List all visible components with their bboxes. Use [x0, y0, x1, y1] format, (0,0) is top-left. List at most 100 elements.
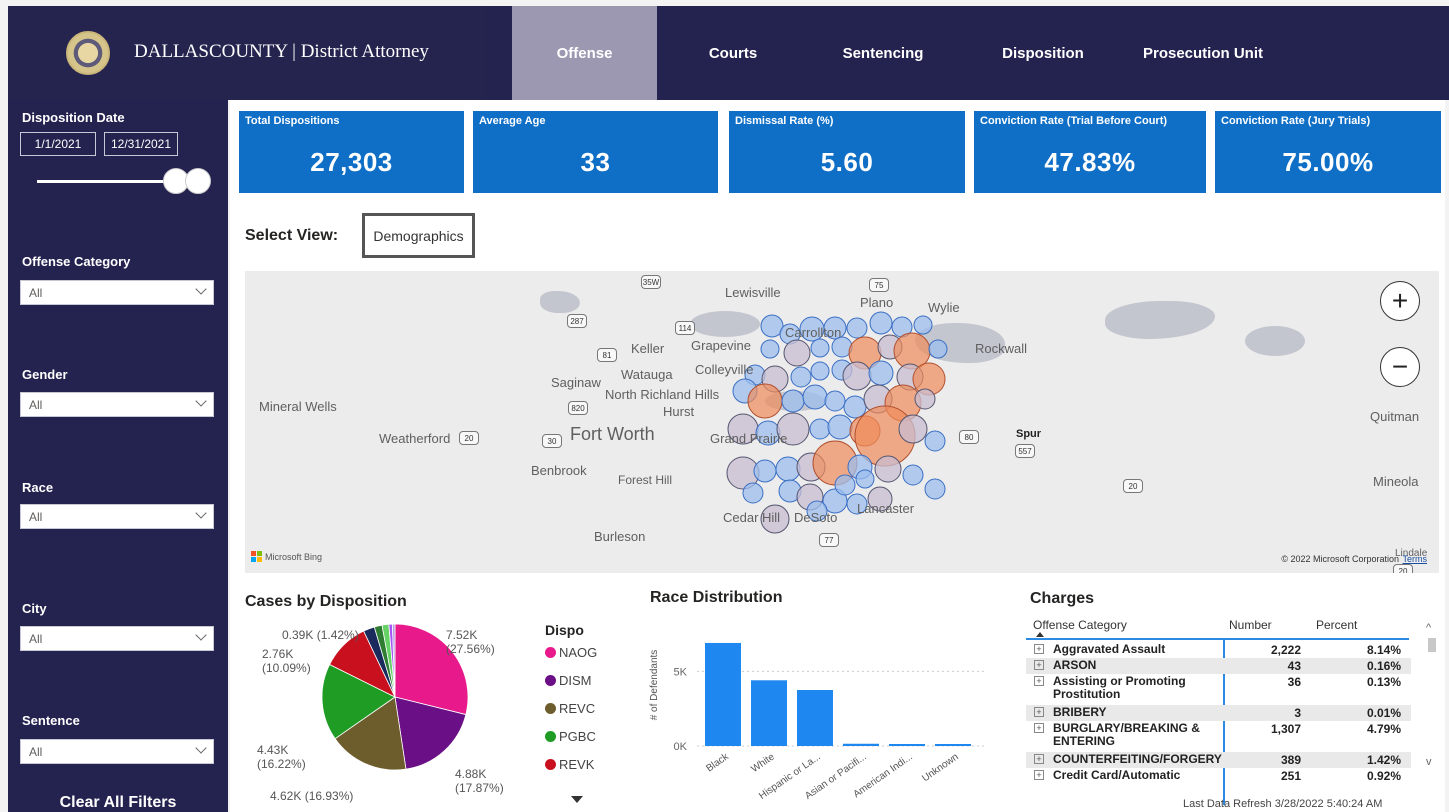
cell-percent: 0.16% [1366, 659, 1401, 673]
date-start-input[interactable]: 1/1/2021 [20, 132, 96, 156]
defendant-map[interactable]: Lewisville Plano Wylie Carrollton Grapev… [245, 271, 1439, 573]
map-bubble[interactable] [924, 478, 946, 500]
map-bubble[interactable] [827, 414, 853, 440]
bar-white[interactable] [751, 680, 787, 746]
legend-item-dism[interactable]: DISM [545, 673, 592, 688]
expand-row-icon[interactable]: + [1034, 676, 1044, 686]
map-bubble[interactable] [810, 338, 830, 358]
highway-shield: 114 [675, 321, 695, 335]
zoom-out-button[interactable]: − [1380, 347, 1420, 387]
table-row[interactable]: + BRIBERY 3 0.01% [1026, 705, 1411, 721]
map-bubble[interactable] [842, 361, 872, 391]
bar-hispanic[interactable] [797, 690, 833, 746]
map-bubble[interactable] [742, 482, 764, 504]
expand-row-icon[interactable]: + [1034, 754, 1044, 764]
disposition-chart-title: Cases by Disposition [245, 593, 407, 610]
offense-category-dropdown[interactable]: All [20, 280, 214, 305]
tab-disposition[interactable]: Disposition [988, 6, 1098, 100]
charges-table[interactable]: Offense Category Number Percent + Aggrava… [1026, 610, 1441, 810]
county-seal-icon [66, 31, 110, 75]
map-bubble[interactable] [809, 418, 831, 440]
bing-attribution-text: Microsoft Bing [265, 551, 323, 562]
cell-number: 251 [1280, 769, 1301, 783]
map-bubble[interactable] [783, 339, 811, 367]
table-row[interactable]: + BURGLARY/BREAKING & ENTERING 1,307 4.79% [1026, 721, 1411, 752]
expand-row-icon[interactable]: + [1034, 770, 1044, 780]
map-bubble[interactable] [869, 311, 893, 335]
highway-shield: 820 [568, 401, 588, 415]
map-bubble[interactable] [874, 455, 902, 483]
map-bubble[interactable] [824, 390, 846, 412]
bar-black[interactable] [705, 642, 741, 746]
bar-american[interactable] [889, 744, 925, 746]
expand-row-icon[interactable]: + [1034, 644, 1044, 654]
expand-row-icon[interactable]: + [1034, 723, 1044, 733]
gender-dropdown[interactable]: All [20, 392, 214, 417]
column-header-number[interactable]: Number [1229, 618, 1272, 632]
x-tick-label: Unknown [920, 751, 960, 784]
legend-item-naog[interactable]: NAOG [545, 645, 597, 660]
date-end-input[interactable]: 12/31/2021 [104, 132, 178, 156]
map-bubble[interactable] [753, 459, 777, 483]
map-bubble[interactable] [868, 360, 894, 386]
map-bubble[interactable] [928, 339, 948, 359]
select-view-dropdown[interactable]: Demographics [362, 213, 475, 258]
scroll-up-icon[interactable]: ^ [1426, 622, 1431, 634]
tab-offense[interactable]: Offense [512, 6, 657, 100]
map-place-label: Benbrook [531, 463, 587, 478]
cell-offense-category: COUNTERFEITING/FORGERY [1053, 752, 1222, 766]
map-bubble[interactable] [913, 315, 933, 335]
legend-scroll-down-icon[interactable] [571, 796, 583, 803]
table-row[interactable]: + COUNTERFEITING/FORGERY 389 1.42% [1026, 752, 1411, 768]
race-dropdown[interactable]: All [20, 504, 214, 529]
tab-prosecution-unit[interactable]: Prosecution Unit [1133, 6, 1273, 100]
map-bubble[interactable] [924, 430, 946, 452]
date-slider-end-handle[interactable] [185, 168, 211, 194]
expand-row-icon[interactable]: + [1034, 660, 1044, 670]
race-bar-chart[interactable]: # of Defendants 5K0KBlack WhiteHispanic or… [645, 615, 1015, 800]
header-underline [1026, 638, 1409, 640]
map-bubble[interactable] [760, 339, 780, 359]
column-header-percent[interactable]: Percent [1316, 618, 1357, 632]
scroll-down-icon[interactable]: v [1426, 756, 1432, 768]
legend-item-revk[interactable]: REVK [545, 757, 594, 772]
cell-number: 2,222 [1270, 643, 1301, 657]
map-bubble[interactable] [802, 384, 828, 410]
tab-sentencing[interactable]: Sentencing [828, 6, 938, 100]
map-bubble[interactable] [747, 383, 783, 419]
expand-row-icon[interactable]: + [1034, 707, 1044, 717]
map-bubble[interactable] [843, 395, 867, 419]
bar-unknown[interactable] [935, 744, 971, 746]
column-header-offense-category[interactable]: Offense Category [1033, 618, 1127, 632]
table-row[interactable]: + Assisting or Promoting Prostitution 36 0.… [1026, 674, 1411, 705]
map-terms-link[interactable]: Terms [1403, 554, 1428, 564]
main-content: Total Dispositions 27,303 Average Age 33… [230, 100, 1445, 812]
map-bubble[interactable] [790, 366, 812, 388]
zoom-in-button[interactable]: + [1380, 281, 1420, 321]
map-bubble[interactable] [914, 388, 936, 410]
scrollbar-thumb[interactable] [1428, 638, 1436, 652]
sentence-dropdown[interactable]: All [20, 739, 214, 764]
map-bubble-layer[interactable] [245, 271, 1439, 573]
map-bubble[interactable] [781, 389, 805, 413]
map-bubble[interactable] [855, 469, 875, 489]
map-bubble[interactable] [902, 464, 924, 486]
bar-asian[interactable] [843, 743, 879, 746]
map-bubble[interactable] [775, 456, 801, 482]
map-place-label: Grapevine [691, 338, 751, 353]
table-row[interactable]: + Credit Card/Automatic 251 0.92% [1026, 768, 1411, 783]
last-refresh-text: Last Data Refresh 3/28/2022 5:40:24 AM [1183, 798, 1383, 810]
clear-all-filters-button[interactable]: Clear All Filters [8, 794, 228, 812]
map-bubble[interactable] [834, 474, 856, 496]
tab-courts[interactable]: Courts [688, 6, 778, 100]
legend-item-pgbc[interactable]: PGBC [545, 729, 596, 744]
table-row[interactable]: + ARSON 43 0.16% [1026, 658, 1411, 674]
map-bubble[interactable] [846, 317, 868, 339]
map-bubble[interactable] [810, 361, 830, 381]
map-copyright: © 2022 Microsoft Corporation [1281, 554, 1399, 564]
map-bubble[interactable] [898, 414, 928, 444]
city-dropdown[interactable]: All [20, 626, 214, 651]
offense-category-label: Offense Category [22, 254, 131, 269]
legend-item-revc[interactable]: REVC [545, 701, 595, 716]
table-row[interactable]: + Aggravated Assault 2,222 8.14% [1026, 642, 1411, 658]
